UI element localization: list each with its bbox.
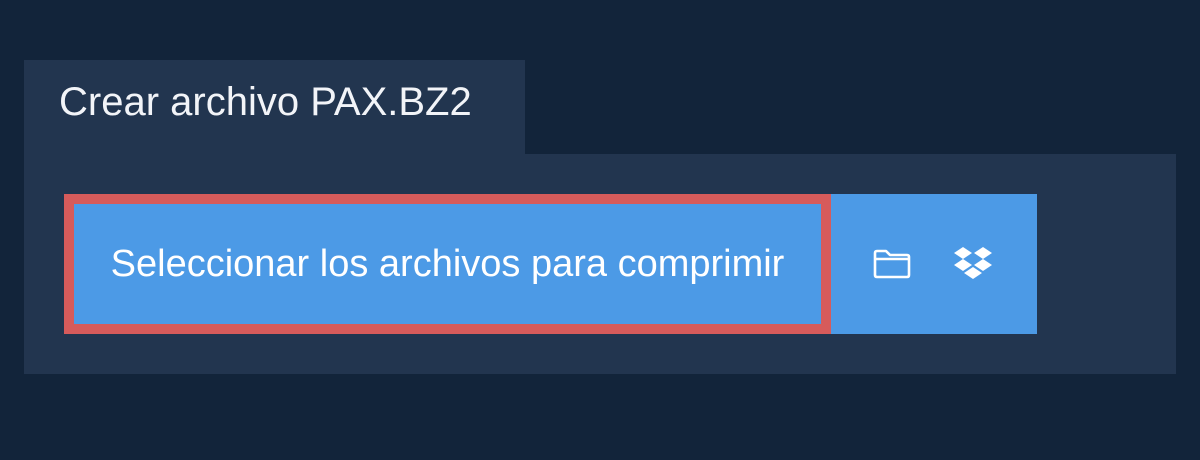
select-files-label: Seleccionar los archivos para comprimir — [110, 242, 785, 285]
folder-icon — [872, 248, 912, 280]
upload-source-group — [831, 194, 1037, 334]
dropbox-button[interactable] — [951, 242, 995, 286]
dropbox-icon — [952, 245, 994, 283]
page-title: Crear archivo PAX.BZ2 — [59, 80, 472, 124]
tab-create-archive: Crear archivo PAX.BZ2 — [24, 60, 525, 160]
folder-button[interactable] — [870, 242, 914, 286]
select-files-button[interactable]: Seleccionar los archivos para comprimir — [64, 194, 831, 334]
